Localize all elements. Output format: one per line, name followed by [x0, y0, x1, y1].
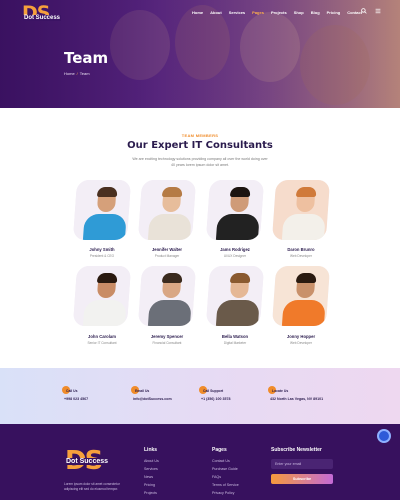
footer-page-link[interactable]: Purchase Guide: [212, 467, 238, 471]
nav-services[interactable]: Services: [229, 10, 245, 15]
team-card-photo[interactable]: [204, 266, 266, 330]
footer-logo-name: Dot Success: [65, 458, 110, 465]
footer-link[interactable]: Projects: [144, 491, 157, 495]
footer-link[interactable]: Services: [144, 467, 158, 471]
team-card-photo[interactable]: [204, 180, 266, 244]
logo-name: Dot Success: [23, 15, 62, 21]
footer-page-link[interactable]: FAQs: [212, 475, 221, 479]
nav-pages[interactable]: Pages: [252, 10, 264, 15]
nav-pricing[interactable]: Pricing: [327, 10, 341, 15]
contact-label: Locate Us: [272, 389, 289, 393]
contact-address: 432 North Las Vegas, NV 89101: [270, 397, 324, 401]
floating-chat-button[interactable]: [377, 429, 391, 443]
nav-contact[interactable]: Contact: [347, 10, 362, 15]
member-role: Web Developer: [290, 341, 312, 345]
contact-email[interactable]: info@dotSuccess.com: [133, 397, 172, 401]
nav-blog[interactable]: Blog: [311, 10, 320, 15]
contact-label: Call Us: [66, 389, 78, 393]
menu-icon[interactable]: [375, 8, 381, 14]
footer-logo[interactable]: DS Dot Success: [65, 446, 111, 476]
footer-page-link[interactable]: Terms of Service: [212, 483, 239, 487]
team-card-photo[interactable]: [270, 266, 332, 330]
footer-pages-title: Pages: [212, 447, 227, 453]
breadcrumb-current: Team: [79, 71, 90, 76]
newsletter-title: Subscribe Newsletter: [271, 447, 322, 453]
contact-phone[interactable]: +998 023 4567: [64, 397, 88, 401]
member-name[interactable]: Jonny Hopper: [261, 334, 341, 339]
team-card-photo[interactable]: [136, 266, 198, 330]
team-card-photo[interactable]: [136, 180, 198, 244]
nav-about[interactable]: About: [210, 10, 222, 15]
breadcrumb-separator: /: [76, 71, 78, 76]
footer-link[interactable]: Pricing: [144, 483, 155, 487]
footer-links-title: Links: [144, 447, 158, 453]
footer-link[interactable]: About Us: [144, 459, 159, 463]
breadcrumb-home[interactable]: Home: [64, 71, 75, 76]
page-title: Team: [64, 49, 109, 67]
main-nav: Home About Services Pages Projects Shop …: [192, 10, 362, 15]
site-footer: [0, 424, 400, 500]
footer-description: Lorem ipsum dolor sit amet consectetur a…: [64, 482, 120, 491]
contact-label: Email Us: [135, 389, 150, 393]
section-eyebrow: TEAM MEMBERS: [181, 133, 219, 138]
team-card-photo[interactable]: [71, 180, 133, 244]
member-name[interactable]: Daron Brunro: [261, 247, 341, 252]
header-icons: [361, 8, 381, 14]
footer-link[interactable]: News: [144, 475, 153, 479]
contact-support-phone[interactable]: +1 (356) 100 3578: [201, 397, 230, 401]
footer-page-link[interactable]: Contact Us: [212, 459, 230, 463]
team-card-photo[interactable]: [71, 266, 133, 330]
breadcrumb: Home / Team: [64, 71, 90, 76]
team-card-photo[interactable]: [270, 180, 332, 244]
contact-band: [0, 368, 400, 424]
footer-page-link[interactable]: Privacy Policy: [212, 491, 234, 495]
section-title: Our Expert IT Consultants: [127, 140, 273, 151]
section-description: We are exciting technology solutions pro…: [132, 157, 268, 167]
contact-label: Call Support: [203, 389, 224, 393]
nav-projects[interactable]: Projects: [271, 10, 287, 15]
newsletter-email-input[interactable]: Enter your email: [271, 459, 333, 469]
member-role: Web Developer: [290, 254, 312, 258]
nav-home[interactable]: Home: [192, 10, 203, 15]
site-logo[interactable]: DS Dot Success: [22, 2, 62, 24]
search-icon[interactable]: [361, 8, 367, 14]
nav-shop[interactable]: Shop: [294, 10, 304, 15]
subscribe-button[interactable]: Subscribe: [271, 474, 333, 484]
